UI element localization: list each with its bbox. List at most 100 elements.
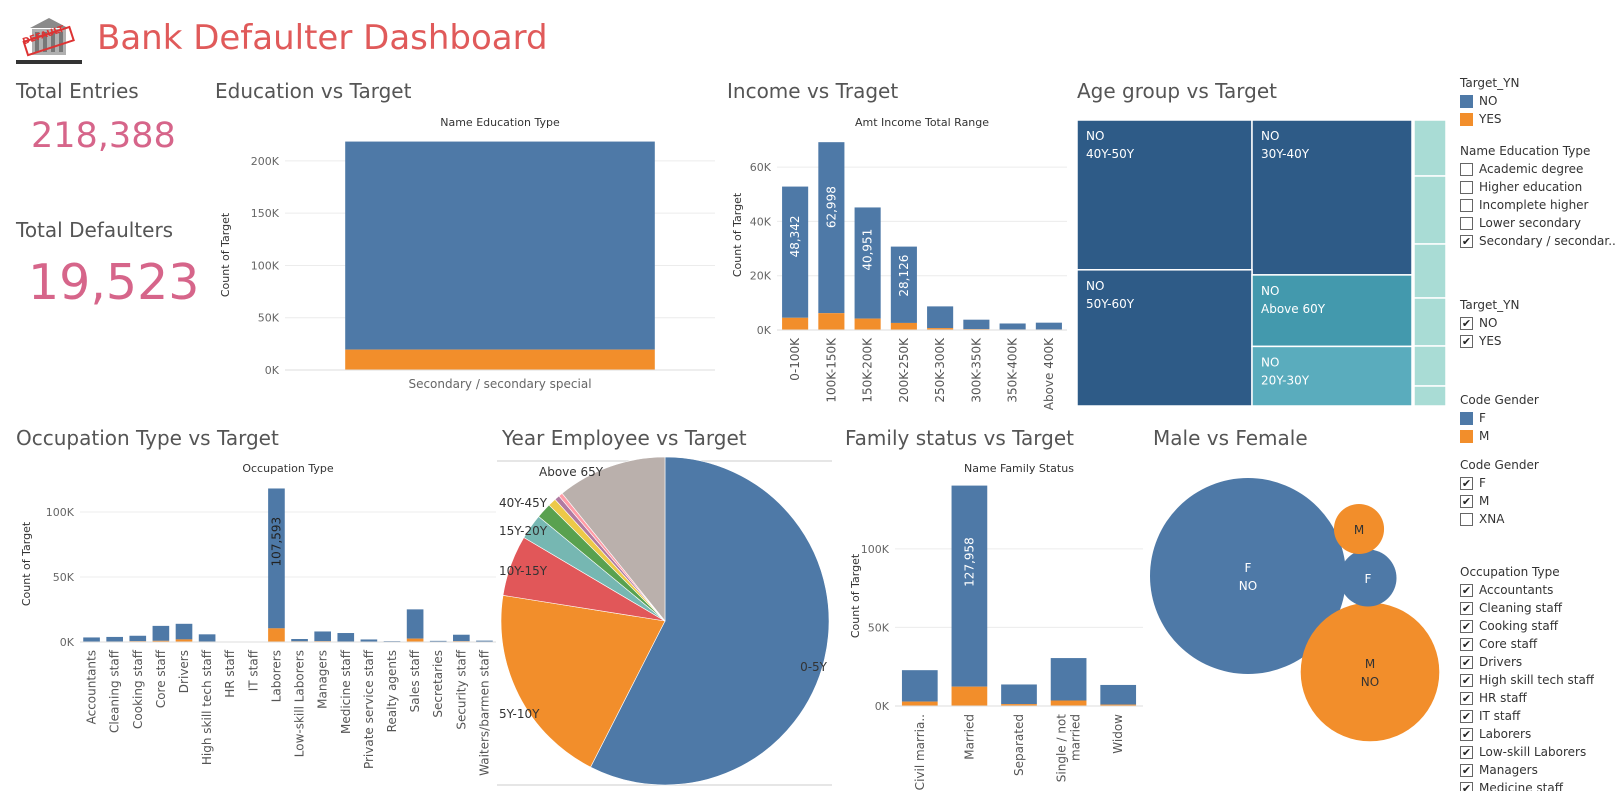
filter-item-label: Cooking staff xyxy=(1479,619,1558,633)
filter-item-label: Academic degree xyxy=(1479,162,1584,176)
checkbox-checked-icon[interactable]: ✔ xyxy=(1460,727,1473,741)
education-chart: Name Education Type Count of Target 0K 50K 1… xyxy=(219,116,715,391)
filter-item[interactable]: Higher education xyxy=(1460,178,1616,196)
filter-item-label: NO xyxy=(1479,316,1498,330)
treemap-cell-label: NO xyxy=(1261,284,1279,298)
checkbox-icon[interactable] xyxy=(1460,216,1473,230)
bar-no xyxy=(1001,684,1037,705)
checkbox-checked-icon[interactable]: ✔ xyxy=(1460,334,1473,348)
occupation-section-title: Occupation Type vs Target xyxy=(16,426,279,450)
filter-item[interactable]: ✔ Accountants xyxy=(1460,581,1594,599)
filter-item[interactable]: Lower secondary xyxy=(1460,214,1616,232)
filter-item[interactable]: ✔ Managers xyxy=(1460,761,1594,779)
filter-item-label: Medicine staff xyxy=(1479,781,1563,791)
gender-filter: Code Gender ✔ F ✔ M XNA xyxy=(1460,458,1539,528)
checkbox-checked-icon[interactable]: ✔ xyxy=(1460,781,1473,791)
checkbox-checked-icon[interactable]: ✔ xyxy=(1460,709,1473,723)
legend-item-label: F xyxy=(1479,411,1486,425)
pie-slice-label: 10Y-15Y xyxy=(499,564,548,578)
x-tick-label: Married xyxy=(962,714,976,760)
filter-item[interactable]: ✔ Drivers xyxy=(1460,653,1594,671)
education-section-title: Education vs Target xyxy=(215,79,412,103)
filter-item-label: Drivers xyxy=(1479,655,1523,669)
data-label: 107,593 xyxy=(269,517,283,567)
legend-item-m[interactable]: M xyxy=(1460,427,1539,445)
filter-item[interactable]: ✔ NO xyxy=(1460,314,1519,332)
legend-item-no[interactable]: NO xyxy=(1460,92,1519,110)
filter-item[interactable]: ✔ F xyxy=(1460,474,1539,492)
filter-title: Name Education Type xyxy=(1460,144,1591,158)
checkbox-icon[interactable] xyxy=(1460,198,1473,212)
x-tick-label: Single / not xyxy=(1055,714,1069,783)
filter-item[interactable]: ✔ Cooking staff xyxy=(1460,617,1594,635)
checkbox-checked-icon[interactable]: ✔ xyxy=(1460,673,1473,687)
filter-item[interactable]: ✔ YES xyxy=(1460,332,1519,350)
filter-item[interactable]: ✔ High skill tech staff xyxy=(1460,671,1594,689)
checkbox-checked-icon[interactable]: ✔ xyxy=(1460,763,1473,777)
checkbox-checked-icon[interactable]: ✔ xyxy=(1460,601,1473,615)
filter-item[interactable]: Incomplete higher xyxy=(1460,196,1616,214)
bar-yes xyxy=(854,318,881,330)
total-entries-label: Total Entries xyxy=(16,79,139,103)
checkbox-icon[interactable] xyxy=(1460,180,1473,194)
checkbox-checked-icon[interactable]: ✔ xyxy=(1460,476,1473,490)
legend-item-f[interactable]: F xyxy=(1460,409,1539,427)
x-tick-label: Separated xyxy=(1012,714,1026,776)
filter-item[interactable]: ✔ Cleaning staff xyxy=(1460,599,1594,617)
treemap-small-cell xyxy=(1413,297,1447,347)
checkbox-checked-icon[interactable]: ✔ xyxy=(1460,655,1473,669)
checkbox-checked-icon[interactable]: ✔ xyxy=(1460,745,1473,759)
filter-item[interactable]: ✔ Medicine staff xyxy=(1460,779,1594,791)
treemap-small-cell xyxy=(1413,175,1447,245)
checkbox-checked-icon[interactable]: ✔ xyxy=(1460,619,1473,633)
filter-item[interactable]: ✔ Low-skill Laborers xyxy=(1460,743,1594,761)
filter-item-label: Laborers xyxy=(1479,727,1532,741)
x-tick-label: Civil marria.. xyxy=(913,714,927,790)
gender-section-title: Male vs Female xyxy=(1153,426,1308,450)
filter-item[interactable]: ✔ M xyxy=(1460,492,1539,510)
x-tick-label: 350K-400K xyxy=(1006,337,1020,403)
checkbox-checked-icon[interactable]: ✔ xyxy=(1460,234,1473,248)
x-tick-label: 150K-200K xyxy=(861,337,875,403)
filter-item[interactable]: ✔ Secondary / secondar.. xyxy=(1460,232,1616,250)
y-tick-label: 100K xyxy=(861,543,890,556)
year-employee-pie: 0-5Y 5Y-10Y 10Y-15Y 15Y-20Y 40Y-45Y Above 65Y xyxy=(497,456,832,786)
checkbox-checked-icon[interactable]: ✔ xyxy=(1460,583,1473,597)
filter-item[interactable]: ✔ Laborers xyxy=(1460,725,1594,743)
x-tick-label: IT staff xyxy=(246,649,260,691)
data-label: 127,958 xyxy=(962,537,976,587)
filter-item[interactable]: ✔ IT staff xyxy=(1460,707,1594,725)
bubble-label: F xyxy=(1365,572,1372,586)
filter-item-label: Core staff xyxy=(1479,637,1538,651)
filter-item[interactable]: Academic degree xyxy=(1460,160,1616,178)
filter-item[interactable]: XNA xyxy=(1460,510,1539,528)
x-tick-label: Drivers xyxy=(177,650,191,693)
income-chart: Amt Income Total Range Count of Target 0K 2… xyxy=(731,116,1067,410)
legend-item-yes[interactable]: YES xyxy=(1460,110,1519,128)
bar-no xyxy=(901,670,938,702)
y-axis-label: Count of Target xyxy=(219,212,232,297)
y-tick-label: 50K xyxy=(258,312,280,325)
checkbox-checked-icon[interactable]: ✔ xyxy=(1460,691,1473,705)
filter-item-label: Accountants xyxy=(1479,583,1554,597)
filter-item[interactable]: ✔ HR staff xyxy=(1460,689,1594,707)
bar-no xyxy=(1100,684,1137,705)
checkbox-icon[interactable] xyxy=(1460,162,1473,176)
treemap-small-cell xyxy=(1413,120,1447,177)
checkbox-icon[interactable] xyxy=(1460,512,1473,526)
filter-item[interactable]: ✔ Core staff xyxy=(1460,635,1594,653)
occupation-filter: Occupation Type ✔ Accountants ✔ Cleaning s… xyxy=(1460,565,1594,791)
pie-slice-label: 0-5Y xyxy=(800,660,828,674)
bubble-label: NO xyxy=(1361,675,1379,689)
checkbox-checked-icon[interactable]: ✔ xyxy=(1460,494,1473,508)
total-defaulters-label: Total Defaulters xyxy=(16,218,174,242)
y-tick-label: 20K xyxy=(750,270,772,283)
x-tick-label: Realty agents xyxy=(385,650,399,732)
pie-slice-label: Above 65Y xyxy=(539,465,604,479)
checkbox-checked-icon[interactable]: ✔ xyxy=(1460,316,1473,330)
target-filter: Target_YN ✔ NO ✔ YES xyxy=(1460,298,1519,350)
checkbox-checked-icon[interactable]: ✔ xyxy=(1460,637,1473,651)
occupation-filter-list[interactable]: ✔ Accountants ✔ Cleaning staff ✔ Cooking st… xyxy=(1460,581,1594,791)
x-tick-label: 300K-350K xyxy=(969,337,983,403)
treemap-cell-label: 20Y-30Y xyxy=(1261,373,1310,387)
